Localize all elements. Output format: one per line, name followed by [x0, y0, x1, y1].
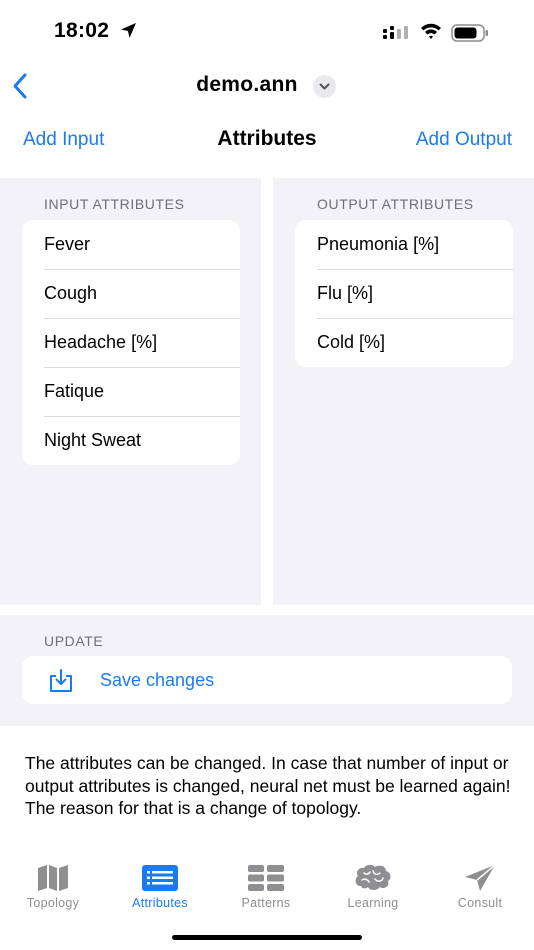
list-icon	[142, 865, 178, 891]
paperplane-icon	[465, 864, 496, 891]
input-attributes-panel: INPUT ATTRIBUTES Fever Cough Headache [%…	[0, 178, 261, 605]
status-time: 18:02	[54, 19, 110, 42]
input-attribute-row[interactable]: Night Sweat	[22, 416, 240, 465]
cellular-signal-icon	[383, 26, 408, 39]
input-attribute-row[interactable]: Fatique	[22, 367, 240, 416]
input-attribute-row[interactable]: Headache [%]	[22, 318, 240, 367]
add-output-button[interactable]: Add Output	[416, 129, 512, 151]
brain-icon	[355, 864, 391, 890]
save-changes-button[interactable]: Save changes	[22, 656, 512, 704]
home-indicator[interactable]	[172, 935, 362, 940]
document-title[interactable]: demo.ann	[0, 73, 534, 97]
tab-label: Topology	[26, 896, 80, 910]
download-tray-icon	[50, 669, 72, 692]
tab-patterns[interactable]: Patterns	[213, 864, 319, 910]
tab-attributes[interactable]: Attributes	[107, 864, 213, 910]
output-attributes-list: Pneumonia [%] Flu [%] Cold [%]	[295, 220, 513, 367]
input-attributes-list: Fever Cough Headache [%] Fatique Night S…	[22, 220, 240, 465]
status-bar: 18:02	[0, 0, 534, 64]
attributes-toolbar: Add Input Attributes Add Output	[0, 118, 534, 162]
tab-label: Patterns	[241, 896, 291, 910]
output-attributes-header: OUTPUT ATTRIBUTES	[317, 196, 474, 212]
update-section: UPDATE Save changes	[0, 615, 534, 726]
tab-label: Learning	[347, 896, 399, 910]
output-attribute-row[interactable]: Pneumonia [%]	[295, 220, 513, 269]
tab-topology[interactable]: Topology	[0, 864, 106, 910]
tab-learning[interactable]: Learning	[320, 864, 426, 910]
info-text: The attributes can be changed. In case t…	[25, 753, 511, 818]
chevron-down-icon	[319, 83, 330, 90]
document-menu-button[interactable]	[313, 75, 336, 98]
update-header: UPDATE	[44, 633, 104, 649]
map-icon	[38, 865, 68, 891]
battery-icon	[451, 24, 488, 42]
input-attributes-header: INPUT ATTRIBUTES	[44, 196, 185, 212]
save-changes-label: Save changes	[100, 670, 215, 690]
location-arrow-icon	[121, 23, 136, 38]
output-attribute-row[interactable]: Flu [%]	[295, 269, 513, 318]
tab-consult[interactable]: Consult	[427, 864, 533, 910]
tab-label: Consult	[457, 896, 503, 910]
tab-label: Attributes	[132, 896, 188, 910]
wifi-icon	[421, 23, 441, 39]
output-attribute-row[interactable]: Cold [%]	[295, 318, 513, 367]
output-attributes-panel: OUTPUT ATTRIBUTES Pneumonia [%] Flu [%] …	[273, 178, 534, 605]
document-title-text: demo.ann	[196, 73, 298, 96]
navigation-bar: demo.ann	[0, 64, 534, 108]
input-attribute-row[interactable]: Cough	[22, 269, 240, 318]
input-attribute-row[interactable]: Fever	[22, 220, 240, 269]
table-icon	[248, 865, 284, 891]
